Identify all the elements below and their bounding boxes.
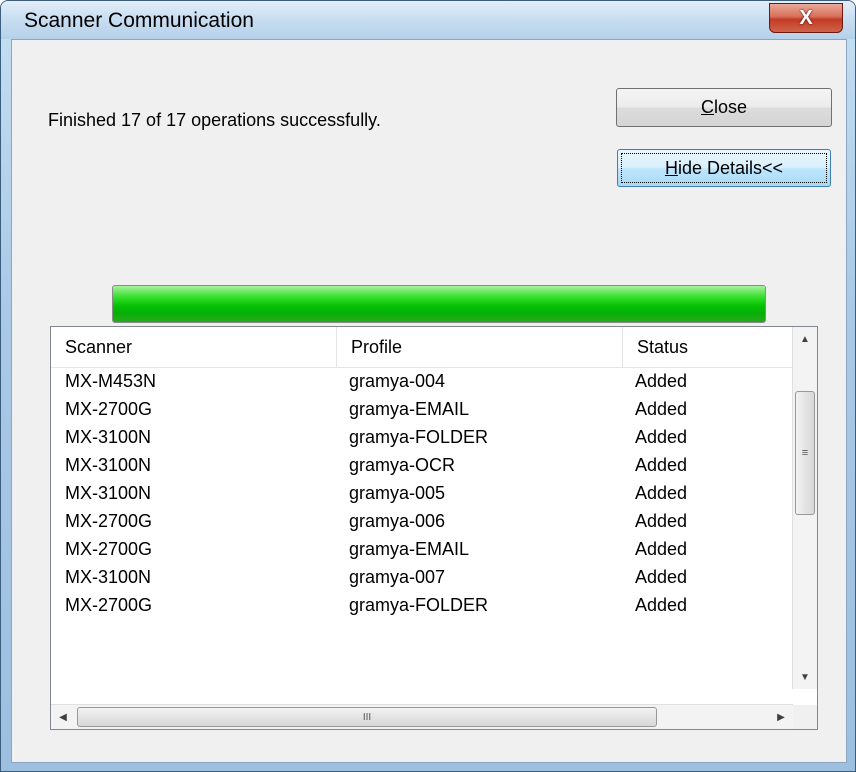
hide-details-mnemonic: H [664,157,678,178]
close-button[interactable]: Close [616,88,832,127]
cell-profile: gramya-005 [349,483,446,503]
cell-status: Added [635,371,688,391]
cell-status: Added [635,455,688,475]
grip-icon: ≡ [801,447,809,459]
table-row[interactable]: MX-3100N gramya-OCR Added [51,451,793,479]
table-row[interactable]: MX-3100N gramya-005 Added [51,479,793,507]
vertical-scroll-thumb[interactable]: ≡ [795,391,815,515]
cell-scanner: MX-3100N [65,455,152,475]
status-message: Finished 17 of 17 operations successfull… [48,110,381,130]
close-icon: X [799,6,813,29]
scanner-communication-window: Scanner Communication X Finished 17 of 1… [0,0,856,772]
cell-scanner: MX-3100N [65,567,152,587]
scrollbar-corner [793,705,817,729]
horizontal-scroll-thumb[interactable]: III [77,707,657,727]
column-header-status[interactable]: Status [623,327,793,367]
scroll-right-arrow[interactable]: ▶ [769,705,793,729]
table-row[interactable]: MX-3100N gramya-FOLDER Added [51,423,793,451]
scroll-left-arrow[interactable]: ◀ [51,705,75,729]
cell-profile: gramya-EMAIL [349,539,470,559]
cell-status: Added [635,539,688,559]
cell-status: Added [635,483,688,503]
hide-details-button[interactable]: Hide Details<< [617,149,831,187]
horizontal-scrollbar[interactable]: ◀ III ▶ [51,704,793,729]
dialog-client-area: Finished 17 of 17 operations successfull… [11,39,847,763]
operations-list[interactable]: Scanner Profile Status MX-M453N gramya-0… [50,326,818,730]
hide-details-label: ide Details<< [677,157,784,178]
close-button-mnemonic: C [700,97,714,117]
table-row[interactable]: MX-2700G gramya-FOLDER Added [51,591,793,619]
title-bar[interactable]: Scanner Communication X [1,1,855,39]
cell-status: Added [635,427,688,447]
cell-profile: gramya-004 [349,371,446,391]
table-row[interactable]: MX-2700G gramya-EMAIL Added [51,395,793,423]
progress-fill [113,286,765,322]
cell-status: Added [635,567,688,587]
cell-profile: gramya-007 [349,567,446,587]
column-header-profile[interactable]: Profile [337,327,623,367]
cell-profile: gramya-006 [349,511,446,531]
grip-icon: III [362,711,372,723]
cell-scanner: MX-M453N [65,371,157,391]
cell-profile: gramya-FOLDER [349,595,489,615]
vertical-scrollbar[interactable]: ▲ ≡ ▼ [792,327,817,689]
cell-scanner: MX-3100N [65,427,152,447]
close-button-label: lose [713,97,748,117]
window-title: Scanner Communication [24,9,254,32]
column-header-scanner[interactable]: Scanner [51,327,337,367]
cell-profile: gramya-FOLDER [349,427,489,447]
cell-scanner: MX-2700G [65,399,153,419]
cell-profile: gramya-OCR [349,455,456,475]
cell-status: Added [635,511,688,531]
cell-status: Added [635,595,688,615]
window-close-button[interactable]: X [769,3,843,33]
table-row[interactable]: MX-M453N gramya-004 Added [51,367,793,395]
cell-profile: gramya-EMAIL [349,399,470,419]
list-header: Scanner Profile Status [51,327,793,368]
cell-scanner: MX-2700G [65,595,153,615]
cell-scanner: MX-2700G [65,539,153,559]
cell-scanner: MX-3100N [65,483,152,503]
table-row[interactable]: MX-2700G gramya-EMAIL Added [51,535,793,563]
scroll-down-arrow[interactable]: ▼ [793,665,817,689]
table-row[interactable]: MX-3100N gramya-007 Added [51,563,793,591]
cell-status: Added [635,399,688,419]
progress-bar [112,285,766,323]
scroll-up-arrow[interactable]: ▲ [793,327,817,351]
table-row[interactable]: MX-2700G gramya-006 Added [51,507,793,535]
list-rows: MX-M453N gramya-004 Added MX-2700G gramy… [51,367,793,619]
cell-scanner: MX-2700G [65,511,153,531]
